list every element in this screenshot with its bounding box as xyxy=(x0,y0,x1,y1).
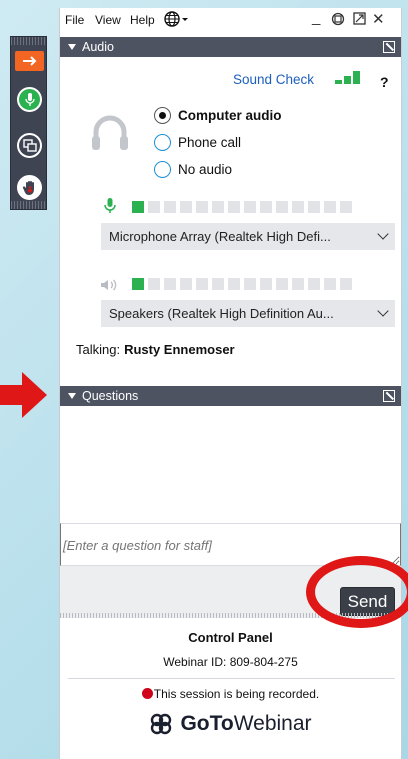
meter-segment xyxy=(164,201,176,213)
radio-label-no-audio: No audio xyxy=(178,162,233,177)
gotowebinar-logo-icon xyxy=(151,713,172,735)
arrow-right-icon[interactable] xyxy=(15,51,44,71)
minimize-button[interactable]: _ xyxy=(312,9,320,26)
meter-segment xyxy=(276,278,288,290)
meter-segment xyxy=(228,278,240,290)
side-toolbar xyxy=(10,36,47,210)
audio-option-computer[interactable]: Computer audio xyxy=(154,107,282,124)
meter-segment xyxy=(340,201,352,213)
meter-segment xyxy=(196,201,208,213)
audio-option-none[interactable]: No audio xyxy=(154,161,232,178)
divider xyxy=(68,678,395,679)
meter-segment xyxy=(148,278,160,290)
meter-segment xyxy=(308,201,320,213)
logo-brand-bold: GoTo xyxy=(180,712,234,735)
menu-file[interactable]: File xyxy=(65,13,84,27)
restore-button[interactable] xyxy=(353,12,366,29)
screen-share-icon[interactable] xyxy=(17,133,42,158)
meter-segment xyxy=(132,201,144,213)
recording-dot-icon xyxy=(141,688,153,699)
microphone-icon[interactable] xyxy=(17,87,42,112)
microphone-select-value: Microphone Array (Realtek High Defi... xyxy=(109,229,331,244)
meter-segment xyxy=(212,278,224,290)
menu-help[interactable]: Help xyxy=(130,13,155,27)
meter-segment xyxy=(196,278,208,290)
meter-segment xyxy=(148,201,160,213)
meter-segment xyxy=(324,201,336,213)
meter-segment xyxy=(308,278,320,290)
radio-label-phone: Phone call xyxy=(178,135,242,150)
headset-icon xyxy=(88,112,132,158)
radio-no-audio[interactable] xyxy=(154,161,171,178)
popout-button[interactable] xyxy=(331,12,345,30)
questions-section-header[interactable]: Questions xyxy=(60,386,401,406)
recording-text: This session is being recorded. xyxy=(153,687,320,701)
radio-computer-audio[interactable] xyxy=(154,107,171,124)
toolbar-grip-top[interactable] xyxy=(11,37,46,45)
globe-icon[interactable] xyxy=(164,11,190,30)
meter-segment xyxy=(180,278,192,290)
speaker-select[interactable]: Speakers (Realtek High Definition Au... xyxy=(101,300,395,327)
meter-segment xyxy=(340,278,352,290)
microphone-level-icon xyxy=(104,198,116,219)
meter-segment xyxy=(260,278,272,290)
speaker-icon xyxy=(100,278,118,296)
speaker-level-meter xyxy=(132,278,356,290)
audio-option-phone[interactable]: Phone call xyxy=(154,134,241,151)
questions-section-title: Questions xyxy=(82,389,139,403)
meter-segment xyxy=(164,278,176,290)
meter-segment xyxy=(228,201,240,213)
meter-segment xyxy=(292,278,304,290)
close-button[interactable]: ✕ xyxy=(372,10,385,28)
annotation-circle xyxy=(306,556,408,628)
collapse-triangle-icon[interactable] xyxy=(68,44,76,50)
meter-segment xyxy=(180,201,192,213)
popout-section-icon[interactable] xyxy=(383,41,395,53)
audio-help-button[interactable]: ? xyxy=(380,74,389,90)
meter-segment xyxy=(132,278,144,290)
speaker-select-value: Speakers (Realtek High Definition Au... xyxy=(109,306,334,321)
recording-notice: This session is being recorded. xyxy=(60,687,401,701)
talking-indicator: Talking: Rusty Ennemoser xyxy=(76,342,235,357)
annotation-arrow-icon xyxy=(0,372,47,418)
audio-section-header[interactable]: Audio xyxy=(60,37,401,57)
meter-segment xyxy=(260,201,272,213)
menu-bar: File View Help _ ✕ xyxy=(60,8,401,36)
chevron-down-icon xyxy=(377,228,389,240)
raise-hand-icon[interactable] xyxy=(17,175,42,200)
microphone-select[interactable]: Microphone Array (Realtek High Defi... xyxy=(101,223,395,250)
mic-level-meter xyxy=(132,201,356,213)
menu-view[interactable]: View xyxy=(95,13,121,27)
webinar-id: Webinar ID: 809-804-275 xyxy=(163,655,298,669)
questions-log[interactable] xyxy=(60,408,401,523)
talking-label: Talking: xyxy=(76,342,121,357)
signal-icon xyxy=(335,71,361,84)
meter-segment xyxy=(244,201,256,213)
meter-segment xyxy=(292,201,304,213)
collapse-triangle-icon[interactable] xyxy=(68,393,76,399)
control-panel-title: Control Panel xyxy=(188,630,273,645)
radio-phone-call[interactable] xyxy=(154,134,171,151)
radio-label-computer: Computer audio xyxy=(178,108,282,123)
meter-segment xyxy=(244,278,256,290)
meter-segment xyxy=(276,201,288,213)
popout-section-icon[interactable] xyxy=(383,390,395,402)
chevron-down-icon xyxy=(377,305,389,317)
meter-segment xyxy=(212,201,224,213)
logo-brand-light: Webinar xyxy=(233,712,312,735)
audio-section-title: Audio xyxy=(82,40,114,54)
control-panel: File View Help _ ✕ Audio Sound Check ? C… xyxy=(59,8,402,759)
meter-segment xyxy=(324,278,336,290)
gotowebinar-logo: GoTo Webinar xyxy=(60,712,401,736)
talking-name: Rusty Ennemoser xyxy=(124,342,235,357)
sound-check-link[interactable]: Sound Check xyxy=(233,72,314,87)
toolbar-grip-bottom[interactable] xyxy=(11,201,46,209)
